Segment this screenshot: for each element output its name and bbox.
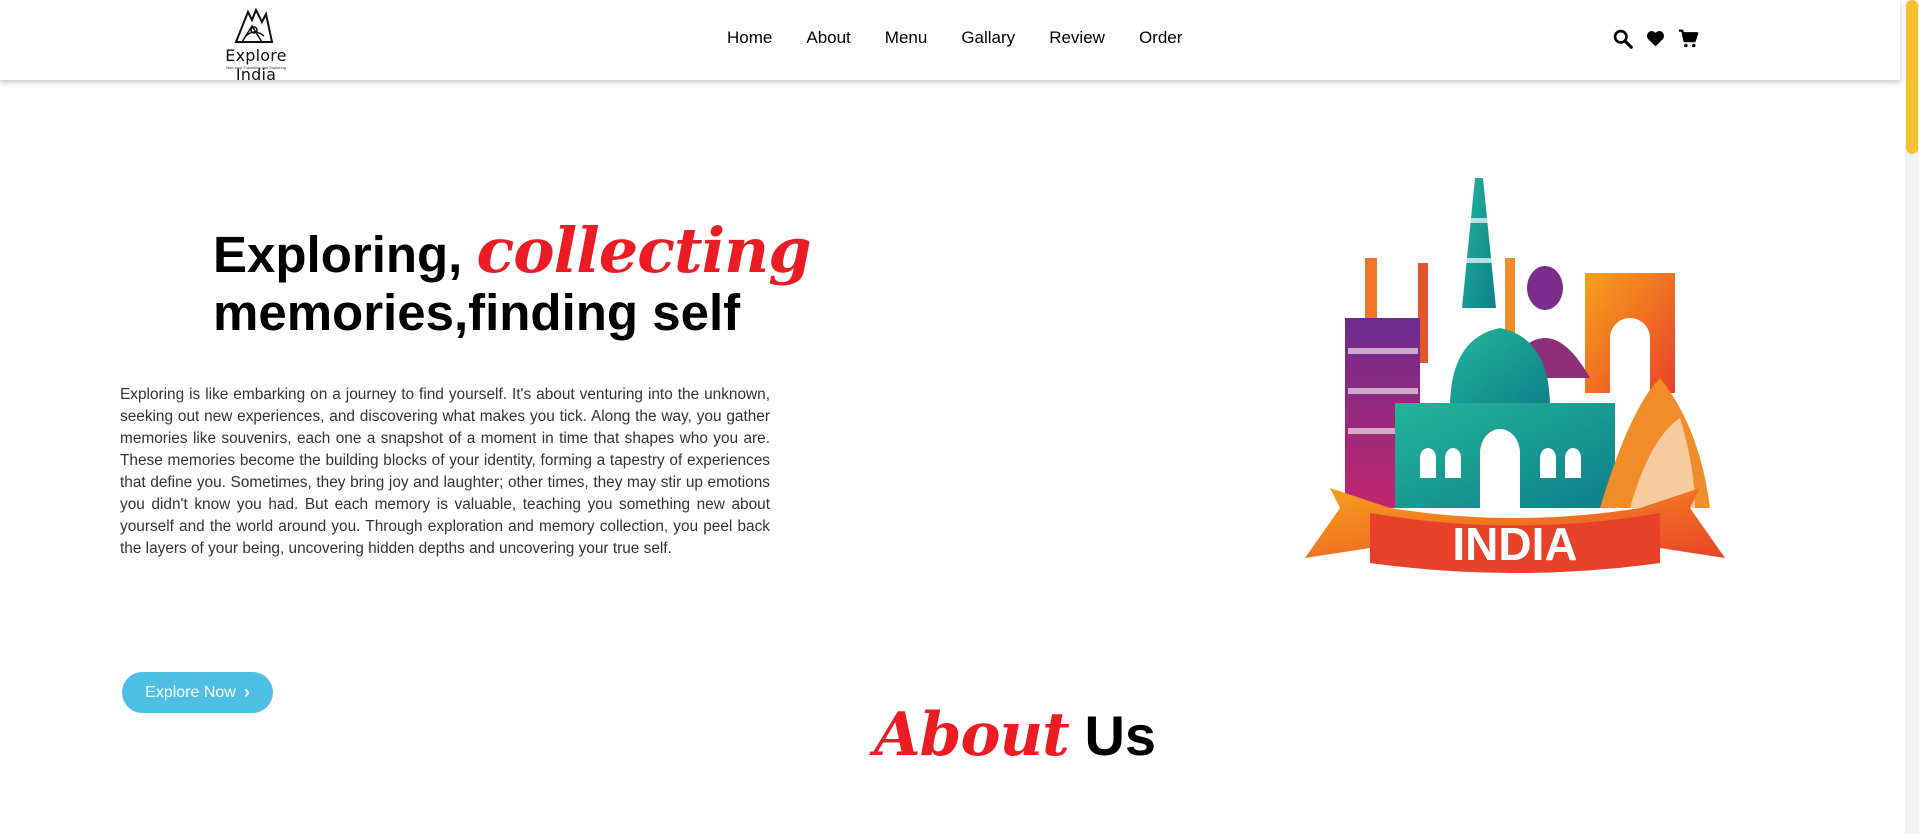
nav-menu[interactable]: Menu — [885, 28, 928, 48]
search-icon[interactable] — [1612, 28, 1633, 49]
chevron-right-icon: › — [243, 682, 250, 702]
about-heading-rest: Us — [1084, 704, 1157, 767]
nav-about[interactable]: About — [806, 28, 850, 48]
hero-title-part2: memories,finding self — [213, 284, 741, 341]
header-actions — [1612, 28, 1699, 49]
hero-description: Exploring is like embarking on a journey… — [120, 386, 770, 557]
explore-now-button[interactable]: Explore Now › — [122, 672, 273, 713]
nav-gallary[interactable]: Gallary — [961, 28, 1015, 48]
nav-order[interactable]: Order — [1139, 28, 1182, 48]
nav-review[interactable]: Review — [1049, 28, 1105, 48]
hero-title-accent: collecting — [476, 214, 812, 287]
about-heading: About Us — [874, 700, 1156, 770]
scrollbar-thumb[interactable] — [1906, 0, 1918, 154]
india-monuments-illustration: INDIA — [1305, 178, 1725, 573]
cart-icon[interactable] — [1678, 28, 1699, 49]
explore-now-label: Explore Now — [145, 683, 236, 701]
illustration-label: INDIA — [1452, 518, 1577, 570]
about-heading-accent: About — [874, 700, 1070, 770]
page-scrollbar[interactable] — [1905, 0, 1919, 834]
logo-mark-icon — [234, 7, 274, 43]
logo-tagline: Non-stop Travelling and Exploring — [225, 65, 287, 70]
logo[interactable]: Explore India Non-stop Travelling and Ex… — [200, 6, 310, 84]
hero-title: Exploring, collecting memories,finding s… — [213, 220, 833, 342]
heart-icon[interactable] — [1645, 28, 1666, 49]
main-nav: Home About Menu Gallary Review Order — [727, 28, 1216, 48]
nav-home[interactable]: Home — [727, 28, 772, 48]
site-header: Explore India Non-stop Travelling and Ex… — [0, 0, 1900, 84]
hero-title-part1: Exploring, — [213, 226, 477, 283]
